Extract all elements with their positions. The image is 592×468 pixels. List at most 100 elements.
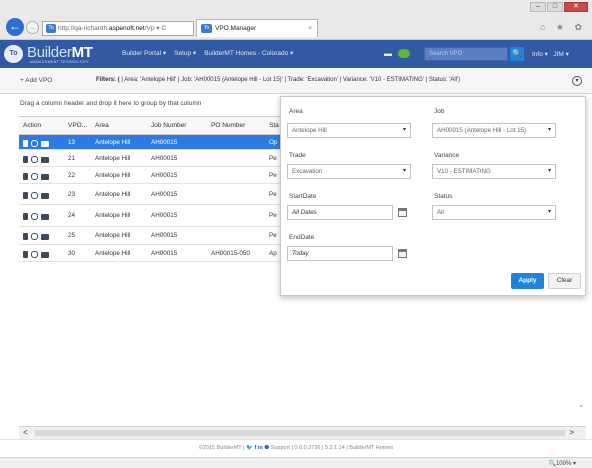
logo-builder: Builder bbox=[27, 44, 72, 61]
link-icon[interactable] bbox=[31, 251, 38, 258]
cell-status: Pe bbox=[269, 155, 277, 162]
site-favicon-icon: To bbox=[46, 24, 56, 33]
col-area[interactable]: Area bbox=[95, 122, 109, 129]
cell-status: Op bbox=[269, 139, 278, 146]
forward-button[interactable]: → bbox=[26, 21, 39, 34]
link-icon[interactable] bbox=[31, 233, 38, 240]
status-select[interactable]: All ▾ bbox=[432, 205, 556, 220]
cell-area: Antelope Hill bbox=[95, 232, 131, 239]
col-job-number[interactable]: Job Number bbox=[151, 122, 186, 129]
social-icons[interactable]: 🐦 f in ❷ bbox=[246, 445, 269, 451]
footer: ©2015 BuilderMT | 🐦 f in ❷ Support | 0.0… bbox=[0, 439, 592, 457]
search-input[interactable]: Search VPO bbox=[424, 47, 508, 61]
cell-area: Antelope Hill bbox=[95, 155, 131, 162]
status-bar: 🔍100% ▾ bbox=[0, 457, 592, 468]
row-actions bbox=[23, 192, 49, 199]
apply-button[interactable]: Apply bbox=[511, 273, 544, 289]
col-action[interactable]: Action bbox=[23, 122, 41, 129]
scroll-thumb[interactable] bbox=[35, 430, 565, 436]
zoom-level[interactable]: 🔍100% ▾ bbox=[549, 460, 577, 467]
nav-company[interactable]: BuilderMT Homes - Colorado bbox=[204, 49, 293, 57]
link-icon[interactable] bbox=[31, 173, 38, 180]
document-icon[interactable] bbox=[23, 173, 28, 180]
document-icon[interactable] bbox=[23, 140, 28, 147]
mail-icon[interactable] bbox=[41, 252, 49, 258]
startdate-input[interactable]: All Dates bbox=[287, 205, 393, 220]
add-vpo-button[interactable]: + Add VPO bbox=[20, 77, 52, 84]
footer-support[interactable]: Support | 0.0.0.3736 | 5.2.1.14 | Builde… bbox=[271, 445, 394, 451]
cell-status: Pe bbox=[269, 191, 277, 198]
header-right: Info ▾ JIM ▾ bbox=[532, 50, 569, 58]
cell-status: Pe bbox=[269, 172, 277, 179]
trade-select[interactable]: Excavation ▾ bbox=[287, 164, 411, 179]
nav-builder-portal[interactable]: Builder Portal bbox=[122, 49, 166, 57]
area-value: Antelope Hill bbox=[292, 127, 327, 134]
user-menu[interactable]: JIM ▾ bbox=[553, 51, 569, 58]
maximize-button[interactable]: □ bbox=[547, 2, 563, 12]
row-actions bbox=[23, 233, 49, 240]
mail-icon[interactable] bbox=[41, 141, 49, 147]
scroll-right-icon[interactable]: > bbox=[569, 428, 574, 437]
filter-toggle-icon[interactable]: ▾ bbox=[572, 76, 582, 86]
minimize-button[interactable]: – bbox=[530, 2, 546, 12]
flag-icon[interactable]: ▬ bbox=[384, 49, 393, 58]
job-value: AH00015 (Antelope Hill - Lot 15) bbox=[437, 127, 527, 134]
row-actions bbox=[23, 140, 49, 147]
back-button[interactable]: ← bbox=[6, 18, 24, 36]
browser-tab[interactable]: To VPO Manager × bbox=[196, 19, 318, 37]
variance-label: Variance bbox=[434, 152, 460, 159]
row-actions bbox=[23, 251, 49, 258]
horizontal-scrollbar[interactable]: < > bbox=[19, 426, 586, 439]
status-label: Status bbox=[434, 193, 453, 200]
mail-icon[interactable] bbox=[41, 193, 49, 199]
address-bar[interactable]: To http://qa-richardh.aspenoft.net/Vp ▾ … bbox=[42, 21, 194, 36]
browser-chrome: – □ ✕ ← → To http://qa-richardh.aspenoft… bbox=[0, 0, 592, 40]
clear-button[interactable]: Clear bbox=[548, 273, 581, 289]
search-icon[interactable]: 🔍 bbox=[510, 47, 524, 61]
notification-badge[interactable] bbox=[398, 49, 410, 58]
variance-select[interactable]: V10 - ESTIMATING ▾ bbox=[432, 164, 556, 179]
close-window-button[interactable]: ✕ bbox=[564, 2, 588, 12]
scroll-down-icon[interactable]: ⌄ bbox=[578, 400, 585, 409]
document-icon[interactable] bbox=[23, 233, 28, 240]
chevron-down-icon: ▾ bbox=[547, 209, 551, 215]
chevron-down-icon: ▾ bbox=[402, 168, 406, 174]
scroll-left-icon[interactable]: < bbox=[23, 428, 28, 437]
document-icon[interactable] bbox=[23, 213, 28, 220]
tab-close-icon[interactable]: × bbox=[308, 20, 312, 37]
logo[interactable]: BuilderMT bbox=[27, 44, 93, 61]
document-icon[interactable] bbox=[23, 192, 28, 199]
col-status[interactable]: Sta bbox=[269, 122, 279, 129]
enddate-input[interactable]: Today bbox=[287, 246, 393, 261]
col-vpo[interactable]: VPO... bbox=[68, 122, 87, 129]
filters-prefix: Filters: ( bbox=[96, 77, 120, 83]
filters-text: | Area: 'Antelope Hill' | Job: 'AH00015 … bbox=[121, 77, 461, 83]
area-select[interactable]: Antelope Hill ▾ bbox=[287, 123, 411, 138]
document-icon[interactable] bbox=[23, 251, 28, 258]
cell-job: AH00015 bbox=[151, 155, 178, 162]
link-icon[interactable] bbox=[31, 156, 38, 163]
link-icon[interactable] bbox=[31, 213, 38, 220]
document-icon[interactable] bbox=[23, 156, 28, 163]
col-po-number[interactable]: PO Number bbox=[211, 122, 245, 129]
mail-icon[interactable] bbox=[41, 157, 49, 163]
mail-icon[interactable] bbox=[41, 214, 49, 220]
app-header: To BuilderMT MANAGEMENT TECHNOLOGY Build… bbox=[0, 40, 592, 68]
mail-icon[interactable] bbox=[41, 174, 49, 180]
cell-vpo: 13 bbox=[68, 139, 76, 146]
calendar-icon[interactable] bbox=[398, 208, 407, 217]
job-label: Job bbox=[434, 108, 445, 115]
link-icon[interactable] bbox=[31, 192, 38, 199]
link-icon[interactable] bbox=[31, 140, 38, 147]
cell-job: AH00015 bbox=[151, 172, 178, 179]
mail-icon[interactable] bbox=[41, 234, 49, 240]
job-select[interactable]: AH00015 (Antelope Hill - Lot 15) ▾ bbox=[432, 123, 556, 138]
calendar-icon[interactable] bbox=[398, 249, 407, 258]
cell-job: AH00015 bbox=[151, 139, 178, 146]
info-menu[interactable]: Info ▾ bbox=[532, 51, 548, 58]
browser-toolbar-icons[interactable]: ⌂ ★ ✿ bbox=[540, 22, 586, 33]
cell-vpo: 25 bbox=[68, 232, 76, 239]
nav-setup[interactable]: Setup bbox=[174, 49, 196, 57]
cell-vpo: 21 bbox=[68, 155, 76, 162]
cell-status: Pe bbox=[269, 212, 277, 219]
